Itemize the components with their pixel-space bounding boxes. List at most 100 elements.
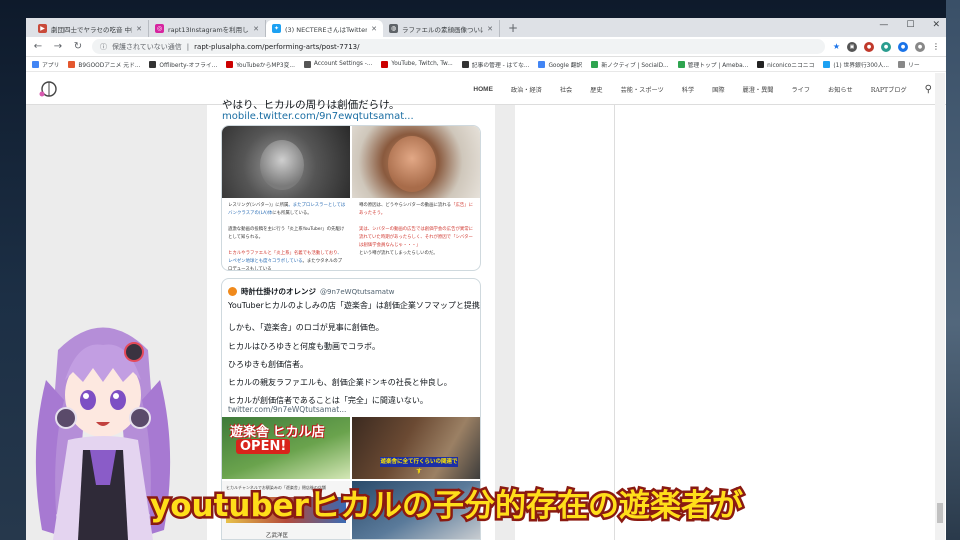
bookmark-item[interactable]: YouTubeからMP3変... <box>226 60 295 69</box>
tab-3-title: ラファエルの素顔画像ついに特定 <box>402 25 483 34</box>
site-nav: HOME 政治・経済 社会 歴史 芸能・スポーツ 科学 国際 麗澄・異聞 ライフ… <box>473 73 932 105</box>
nav-society[interactable]: 社会 <box>560 85 572 94</box>
reading-list-icon <box>898 60 906 68</box>
bookmark-item[interactable]: 記事の管理 - はてな... <box>461 60 529 69</box>
forward-icon[interactable]: → <box>52 41 64 52</box>
media-shop-sign[interactable]: 遊楽舎 ヒカル店 OPEN! <box>222 417 350 479</box>
browser-toolbar: ← → ↻ ⓘ 保護されていない通信 | rapt-plusalpha.com/… <box>26 37 946 57</box>
tweet2-handle[interactable]: @9n7eWQtutsamatw <box>320 288 395 296</box>
nav-news[interactable]: お知らせ <box>828 85 853 94</box>
bookmarks-bar: アプリ B9GOODアニメ 元ド... Offliberty-オフライ... Y… <box>26 57 946 72</box>
profile-avatar[interactable]: ● <box>915 41 925 52</box>
caption-left: レスリング(シバター)」に所属。またプロレスラーとしてはバンクラスアの(LA)体… <box>228 203 346 271</box>
tab-0-favicon-icon: ▶ <box>38 24 47 33</box>
tweet2-line: しかも、「遊楽舎」のロゴが見事に創価色。 <box>228 323 384 332</box>
bookmark-favicon-icon <box>226 60 234 68</box>
bookmark-favicon-icon <box>149 60 157 68</box>
media-interview[interactable]: 遊楽舎に全て行くらいの関連です <box>352 417 480 479</box>
tweet1-link[interactable]: mobile.twitter.com/9n7ewqtutsamat... <box>222 111 414 122</box>
bookmark-favicon-icon <box>381 60 389 68</box>
tweet2-line: ひろゆきも創価信者。 <box>228 360 308 369</box>
site-logo-icon[interactable] <box>36 77 60 101</box>
tab-3[interactable]: ◍ ラファエルの素顔画像ついに特定 ✕ <box>383 20 500 37</box>
tab-2-favicon-icon: ✦ <box>272 24 281 33</box>
extension-2-icon[interactable]: ● <box>864 41 874 52</box>
info-icon[interactable]: ⓘ <box>100 42 107 52</box>
bookmark-item[interactable]: Offliberty-オフライ... <box>149 60 217 69</box>
tab-1[interactable]: ◎ rapt13Instagramを利用しています ✕ <box>149 20 266 37</box>
bookmark-item[interactable]: (1) 世界銀行300人... <box>823 60 889 69</box>
bookmark-item[interactable]: Google 翻訳 <box>538 60 582 69</box>
caption-right: 噂の原因は、どうやらシバターの動画に流れる「広告」にあったそう。 実は、シバター… <box>359 203 474 256</box>
minimize-icon[interactable]: — <box>879 20 888 30</box>
tab-3-close-icon[interactable]: ✕ <box>487 25 493 33</box>
close-window-icon[interactable]: ✕ <box>932 20 940 30</box>
site-header: HOME 政治・経済 社会 歴史 芸能・スポーツ 科学 国際 麗澄・異聞 ライフ… <box>26 73 946 105</box>
tweet2-username[interactable]: 時計仕掛けのオレンジ <box>241 286 316 297</box>
tweet1-text: やはり、ヒカルの周りは創価だらけ。 <box>222 99 400 111</box>
nav-science[interactable]: 科学 <box>682 85 694 94</box>
back-icon[interactable]: ← <box>32 41 44 52</box>
tweet2-line: ヒカルの親友ラファエルも、創価企業ドンキの社長と仲良し。 <box>228 378 452 387</box>
extension-3-icon[interactable]: ● <box>881 41 891 52</box>
article-name: 乙武洋匡 <box>266 533 289 539</box>
tab-0[interactable]: ▶ 劇団四士でヤラセの吃音 中田敦彦 ✕ <box>32 20 149 37</box>
nav-politics[interactable]: 政治・経済 <box>511 85 542 94</box>
nav-mystery[interactable]: 麗澄・異聞 <box>743 85 774 94</box>
photo-left <box>222 126 350 198</box>
toolbar-icons: ★ ▣ ● ● ● ● ⋮ <box>833 41 940 52</box>
tab-2[interactable]: ✦ (3) NECTEREさんはTwitterを使って ✕ <box>266 20 383 37</box>
tab-0-title: 劇団四士でヤラセの吃音 中田敦彦 <box>51 25 132 34</box>
nav-entertainment[interactable]: 芸能・スポーツ <box>621 85 664 94</box>
sidebar-column <box>515 105 615 540</box>
tab-1-title: rapt13Instagramを利用しています <box>168 25 249 34</box>
scrollbar-thumb[interactable] <box>937 503 943 523</box>
star-icon[interactable]: ★ <box>833 42 840 52</box>
tab-1-favicon-icon: ◎ <box>155 24 164 33</box>
bookmark-item[interactable]: 新ノクティブ | SocialD... <box>591 60 669 69</box>
nav-home[interactable]: HOME <box>473 86 493 93</box>
extension-1-icon[interactable]: ▣ <box>847 41 857 52</box>
nav-rapt-blog[interactable]: RAPTブログ <box>871 85 907 94</box>
reload-icon[interactable]: ↻ <box>72 41 84 52</box>
photo-right <box>352 126 480 198</box>
bookmark-favicon-icon <box>677 60 685 68</box>
tweet2-header: 時計仕掛けのオレンジ @9n7eWQtutsamatw <box>228 286 395 297</box>
tweet2-line: ヒカルはひろゆきと何度も動画でコラボ。 <box>228 342 380 351</box>
avatar[interactable] <box>228 287 237 296</box>
scrollbar[interactable] <box>935 73 945 540</box>
bookmark-favicon-icon <box>823 60 831 68</box>
new-tab-icon[interactable]: + <box>500 20 526 37</box>
shop-sign-text: 遊楽舎 ヒカル店 <box>230 424 325 439</box>
menu-icon[interactable]: ⋮ <box>932 42 940 52</box>
tweet2-link[interactable]: twitter.com/9n7eWQtutsamat... <box>228 405 346 414</box>
bookmark-item[interactable]: 管理トップ | Ameba... <box>677 60 748 69</box>
tweet1-media-card[interactable]: レスリング(シバター)」に所属。またプロレスラーとしてはバンクラスアの(LA)体… <box>221 125 481 271</box>
bookmark-favicon-icon <box>303 60 311 68</box>
tab-3-favicon-icon: ◍ <box>389 24 398 33</box>
bookmark-favicon-icon <box>538 60 546 68</box>
extension-4-icon[interactable]: ● <box>898 41 908 52</box>
bookmark-item[interactable]: B9GOODアニメ 元ド... <box>68 60 140 69</box>
address-bar[interactable]: ⓘ 保護されていない通信 | rapt-plusalpha.com/perfor… <box>92 39 825 54</box>
bookmark-item[interactable]: Account Settings -... <box>303 60 372 68</box>
nav-life[interactable]: ライフ <box>791 85 810 94</box>
tab-1-close-icon[interactable]: ✕ <box>253 25 259 33</box>
bookmark-item[interactable]: niconicoニコニコ <box>757 60 814 69</box>
nav-international[interactable]: 国際 <box>712 85 724 94</box>
bookmark-item[interactable]: リー <box>898 60 920 69</box>
bookmark-item[interactable]: YouTube, Twitch, Tw... <box>381 60 453 68</box>
nav-history[interactable]: 歴史 <box>590 85 602 94</box>
security-label: 保護されていない通信 <box>112 42 182 51</box>
bookmark-favicon-icon <box>461 60 469 68</box>
url-text: rapt-plusalpha.com/performing-arts/post-… <box>194 42 360 51</box>
open-badge: OPEN! <box>236 439 291 454</box>
window-controls: — ☐ ✕ <box>879 20 940 30</box>
maximize-icon[interactable]: ☐ <box>906 20 914 30</box>
right-area <box>615 105 946 540</box>
tab-0-close-icon[interactable]: ✕ <box>136 25 142 33</box>
bookmark-item[interactable]: アプリ <box>32 60 59 69</box>
bookmark-favicon-icon <box>757 60 765 68</box>
tab-2-close-icon[interactable]: ✕ <box>371 25 377 33</box>
search-icon[interactable]: ⚲ <box>925 84 932 95</box>
